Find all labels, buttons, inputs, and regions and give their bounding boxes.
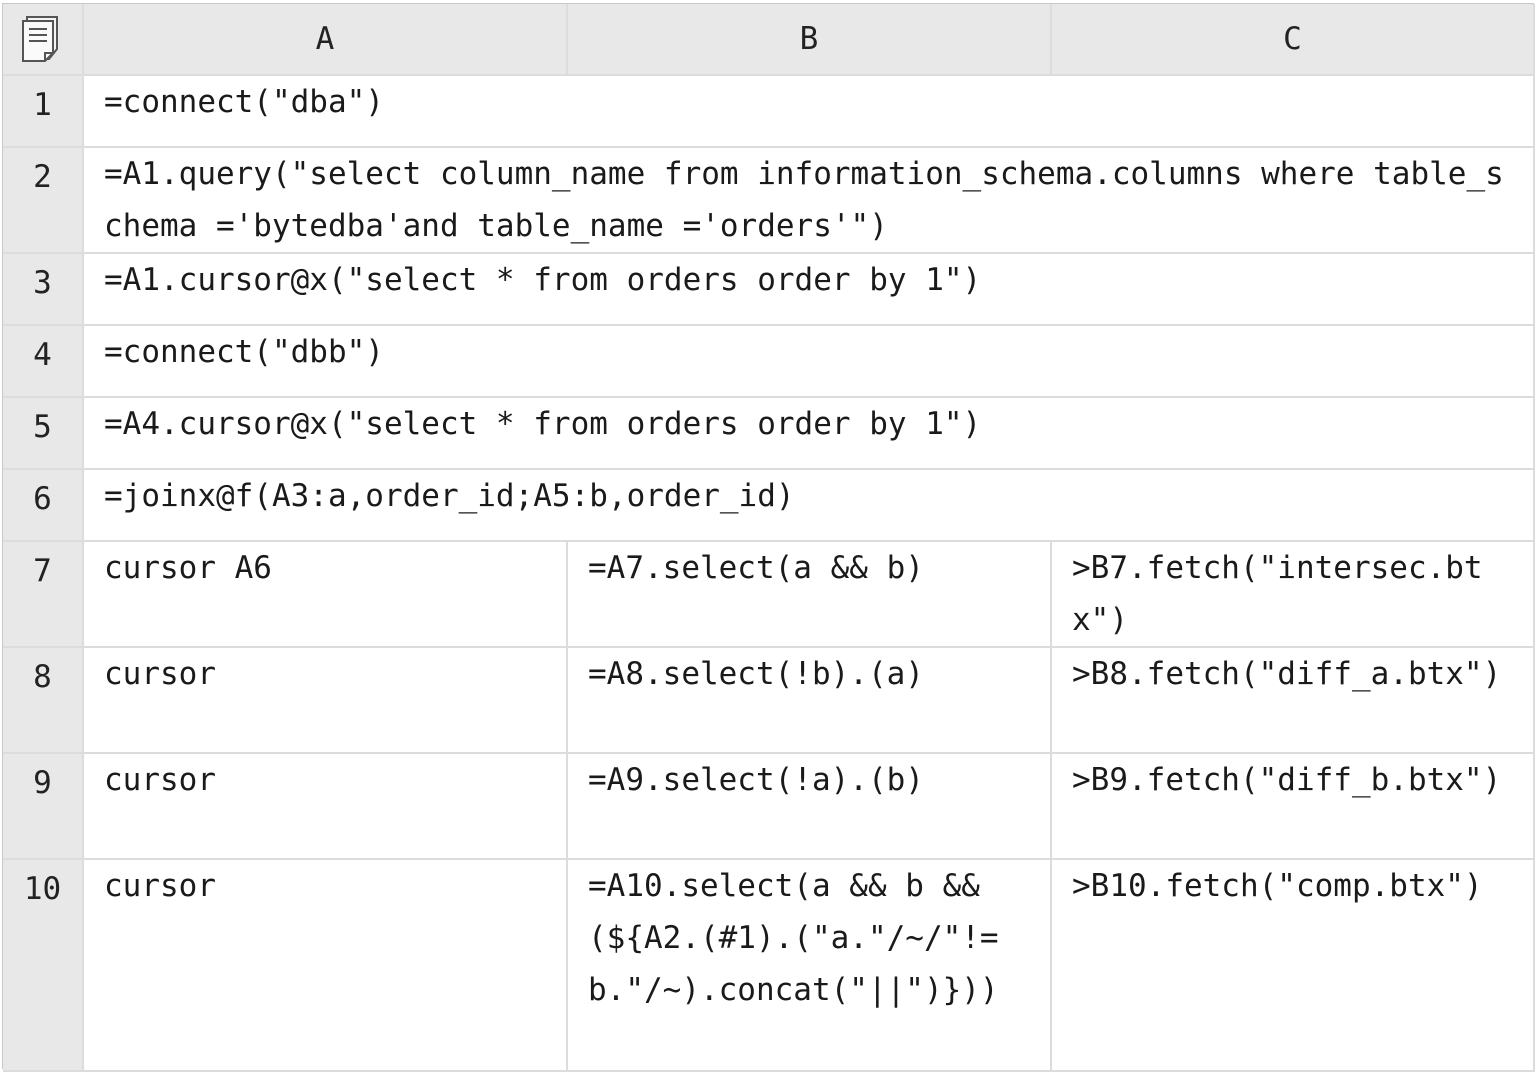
row-header-6[interactable]: 6 (3, 470, 84, 542)
cell-a1[interactable]: =connect("dba") (84, 76, 1535, 148)
cell-a9[interactable]: cursor (84, 754, 568, 860)
column-header-c[interactable]: C (1052, 4, 1535, 76)
row-header-4[interactable]: 4 (3, 326, 84, 398)
row-header-1[interactable]: 1 (3, 76, 84, 148)
column-header-b[interactable]: B (568, 4, 1052, 76)
row-header-2[interactable]: 2 (3, 148, 84, 254)
cell-a5[interactable]: =A4.cursor@x("select * from orders order… (84, 398, 1535, 470)
cell-b7[interactable]: =A7.select(a && b) (568, 542, 1052, 648)
cell-a4[interactable]: =connect("dbb") (84, 326, 1535, 398)
cell-c10[interactable]: >B10.fetch("comp.btx") (1052, 860, 1535, 1072)
document-icon (21, 16, 58, 62)
cell-c7[interactable]: >B7.fetch("intersec.btx") (1052, 542, 1535, 648)
select-all-corner[interactable] (3, 4, 84, 76)
cell-a2[interactable]: =A1.query("select column_name from infor… (84, 148, 1535, 254)
cell-b10[interactable]: =A10.select(a && b && (${A2.(#1).("a."/~… (568, 860, 1052, 1072)
cell-c9[interactable]: >B9.fetch("diff_b.btx") (1052, 754, 1535, 860)
cell-b9[interactable]: =A9.select(!a).(b) (568, 754, 1052, 860)
cell-a6[interactable]: =joinx@f(A3:a,order_id;A5:b,order_id) (84, 470, 1535, 542)
row-header-3[interactable]: 3 (3, 254, 84, 326)
cell-a8[interactable]: cursor (84, 648, 568, 754)
cell-c8[interactable]: >B8.fetch("diff_a.btx") (1052, 648, 1535, 754)
row-header-7[interactable]: 7 (3, 542, 84, 648)
row-header-9[interactable]: 9 (3, 754, 84, 860)
cell-a7[interactable]: cursor A6 (84, 542, 568, 648)
spreadsheet-grid: A B C 1 =connect("dba") 2 =A1.query("sel… (2, 3, 1535, 1072)
cell-a3[interactable]: =A1.cursor@x("select * from orders order… (84, 254, 1535, 326)
row-header-5[interactable]: 5 (3, 398, 84, 470)
row-header-8[interactable]: 8 (3, 648, 84, 754)
column-header-a[interactable]: A (84, 4, 568, 76)
cell-a10[interactable]: cursor (84, 860, 568, 1072)
row-header-10[interactable]: 10 (3, 860, 84, 1072)
cell-b8[interactable]: =A8.select(!b).(a) (568, 648, 1052, 754)
